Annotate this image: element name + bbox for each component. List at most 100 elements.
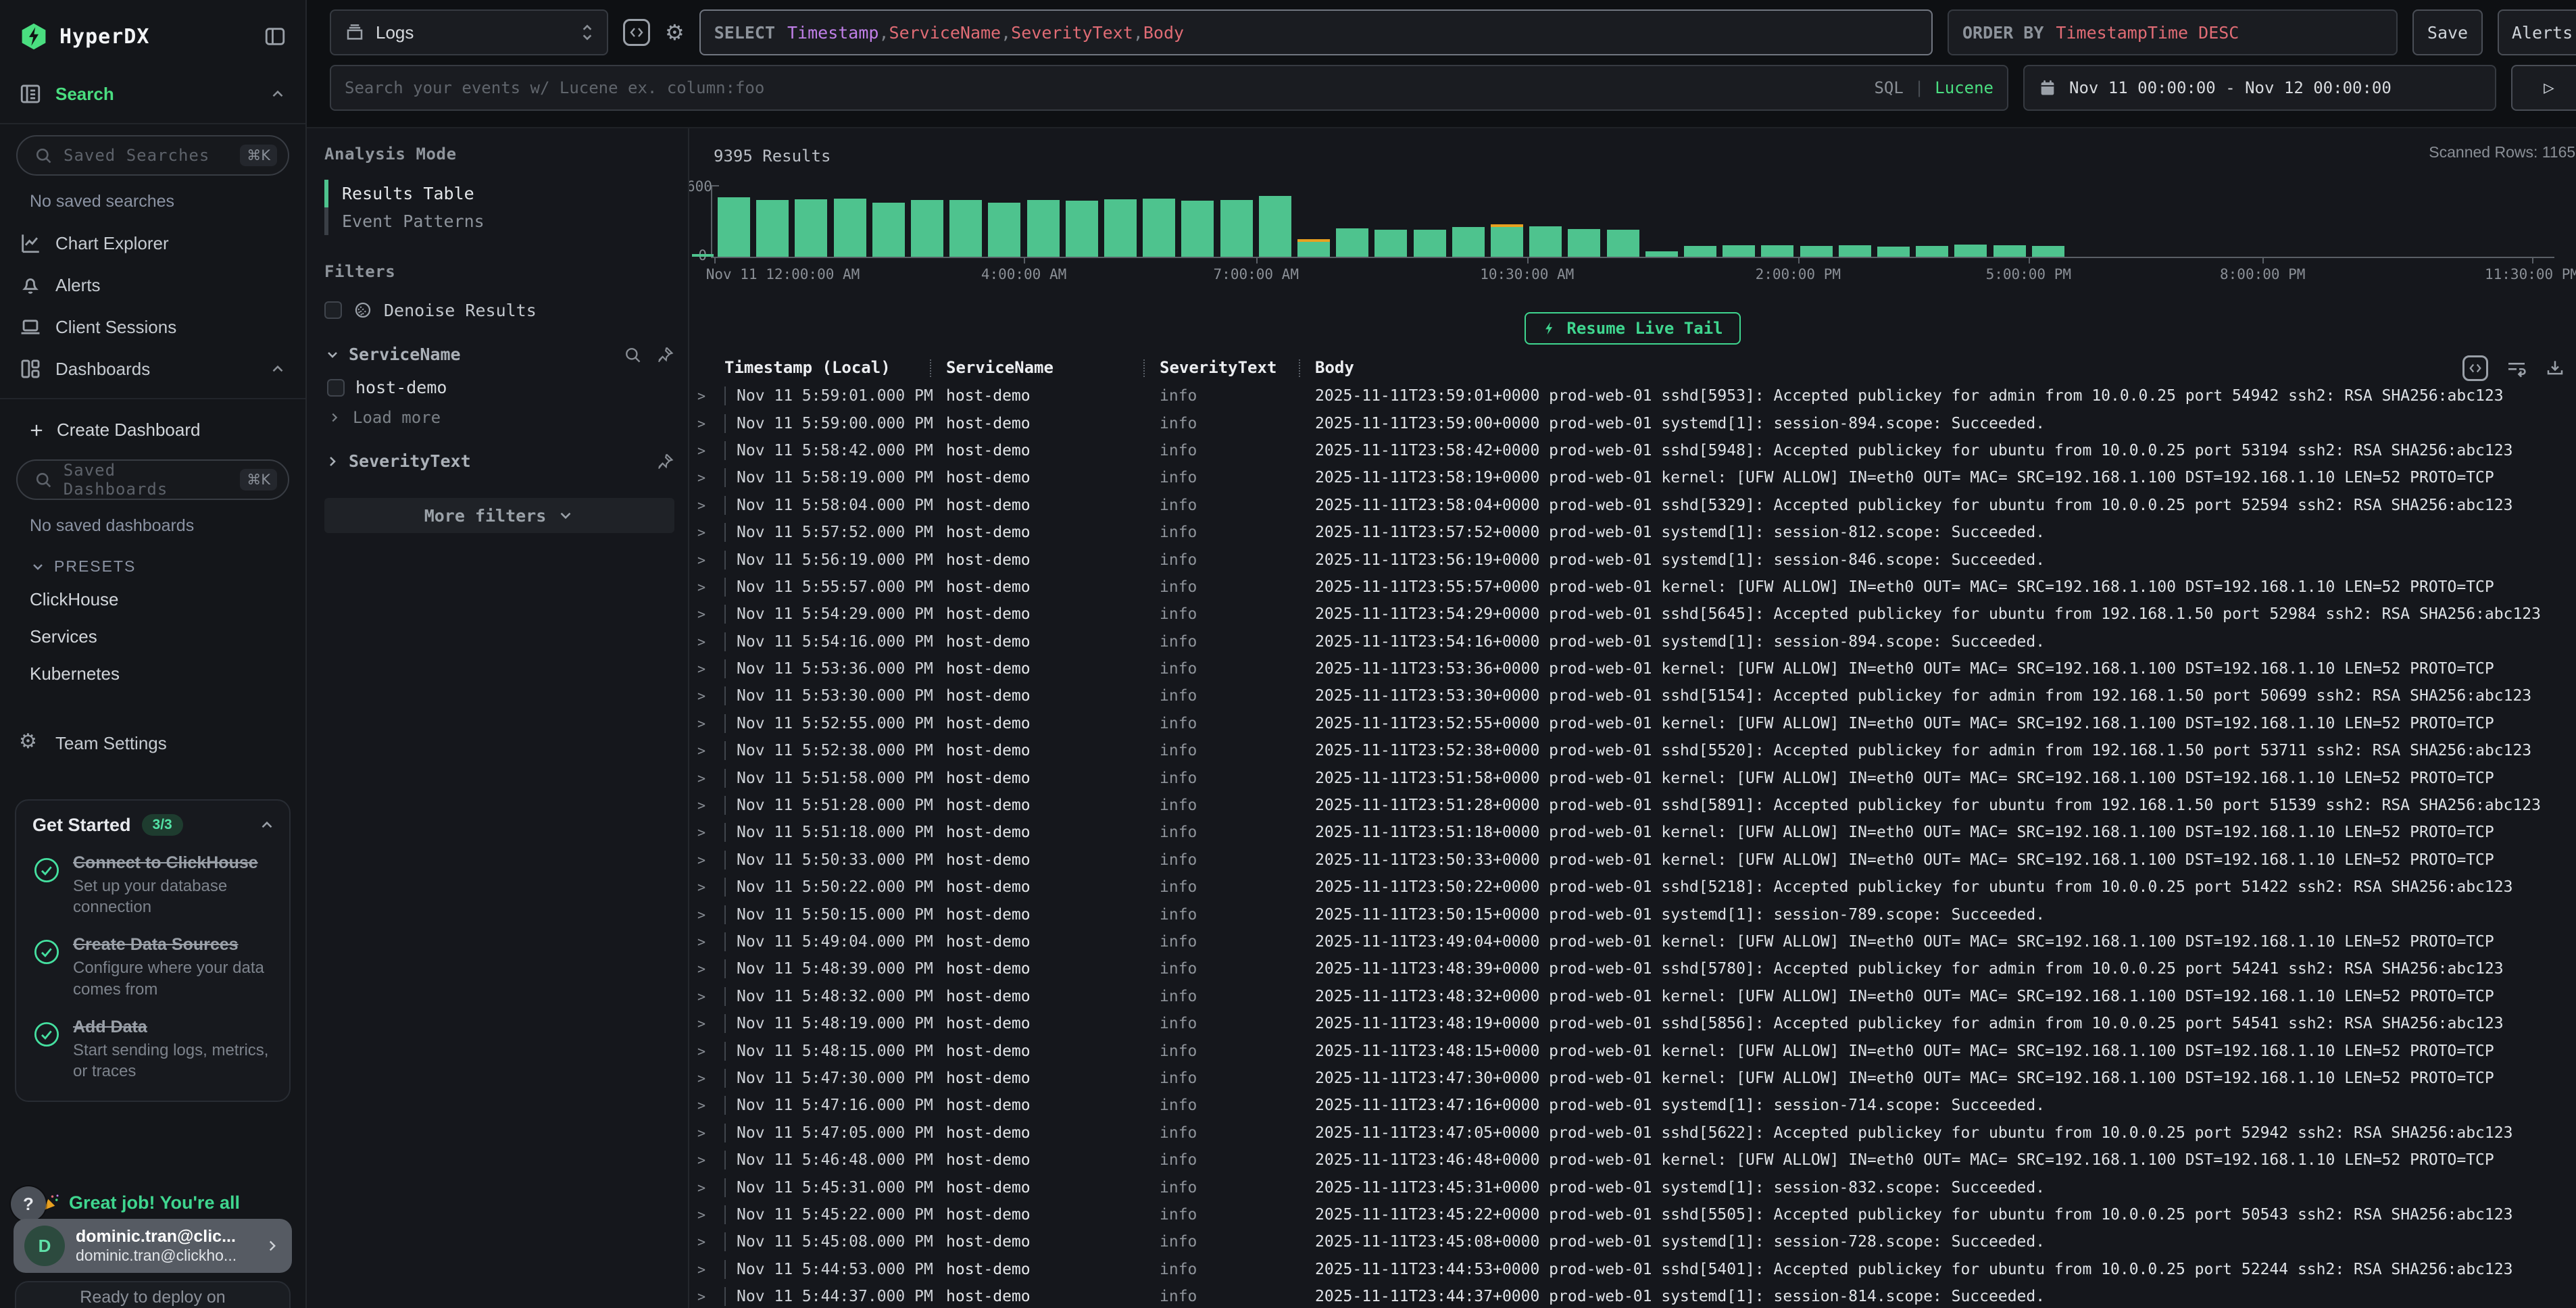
search-icon[interactable] <box>623 345 642 364</box>
row-expand-chevron-icon[interactable]: > <box>697 443 724 459</box>
histogram-bar[interactable] <box>1877 247 1910 257</box>
more-filters-button[interactable]: More filters <box>324 498 674 533</box>
get-started-step[interactable]: Create Data Sources Configure where your… <box>32 935 276 999</box>
row-expand-chevron-icon[interactable]: > <box>697 634 724 650</box>
table-row[interactable]: >Nov 11 5:44:53.000 PMhost-demoinfo2025-… <box>689 1256 2576 1283</box>
row-expand-chevron-icon[interactable]: > <box>697 1125 724 1141</box>
row-expand-chevron-icon[interactable]: > <box>697 1152 724 1168</box>
row-expand-chevron-icon[interactable]: > <box>697 1261 724 1278</box>
preset-clickhouse[interactable]: ClickHouse <box>0 581 305 618</box>
mode-event-patterns[interactable]: Event Patterns <box>324 207 674 235</box>
table-row[interactable]: >Nov 11 5:58:04.000 PMhost-demoinfo2025-… <box>689 492 2576 519</box>
histogram-bar[interactable] <box>756 200 789 257</box>
histogram-bar[interactable] <box>1645 251 1678 257</box>
table-row[interactable]: >Nov 11 5:45:08.000 PMhost-demoinfo2025-… <box>689 1228 2576 1255</box>
table-row[interactable]: >Nov 11 5:53:36.000 PMhost-demoinfo2025-… <box>689 655 2576 682</box>
table-row[interactable]: >Nov 11 5:45:22.000 PMhost-demoinfo2025-… <box>689 1201 2576 1228</box>
row-expand-chevron-icon[interactable]: > <box>697 988 724 1005</box>
histogram-bar[interactable] <box>2032 246 2064 257</box>
help-button[interactable]: ? <box>11 1186 46 1222</box>
histogram-bar[interactable] <box>1916 246 1948 257</box>
histogram-bar[interactable] <box>1761 245 1793 257</box>
row-expand-chevron-icon[interactable]: > <box>697 470 724 486</box>
row-expand-chevron-icon[interactable]: > <box>697 416 724 432</box>
collapse-sidebar-icon[interactable] <box>264 25 287 48</box>
table-row[interactable]: >Nov 11 5:58:42.000 PMhost-demoinfo2025-… <box>689 437 2576 464</box>
source-select[interactable]: Logs <box>330 9 608 55</box>
table-row[interactable]: >Nov 11 5:51:28.000 PMhost-demoinfo2025-… <box>689 792 2576 819</box>
row-expand-chevron-icon[interactable]: > <box>697 824 724 840</box>
table-row[interactable]: >Nov 11 5:45:31.000 PMhost-demoinfo2025-… <box>689 1174 2576 1201</box>
order-by-input[interactable]: ORDER BY TimestampTime DESC <box>1948 9 2398 55</box>
create-dashboard-button[interactable]: Create Dashboard <box>0 407 305 449</box>
table-row[interactable]: >Nov 11 5:54:16.000 PMhost-demoinfo2025-… <box>689 628 2576 655</box>
histogram-bar[interactable] <box>1066 201 1098 257</box>
histogram-bar[interactable] <box>949 200 982 257</box>
load-more[interactable]: Load more <box>327 408 674 427</box>
pin-icon[interactable] <box>655 345 674 364</box>
resume-live-tail-button[interactable]: Resume Live Tail <box>1525 312 1740 345</box>
table-row[interactable]: >Nov 11 5:50:33.000 PMhost-demoinfo2025-… <box>689 847 2576 874</box>
row-expand-chevron-icon[interactable]: > <box>697 1097 724 1113</box>
col-severitytext[interactable]: SeverityText <box>1160 358 1315 377</box>
histogram-bar[interactable] <box>1568 229 1600 257</box>
get-started-step[interactable]: Connect to ClickHouse Set up your databa… <box>32 853 276 917</box>
table-row[interactable]: >Nov 11 5:57:52.000 PMhost-demoinfo2025-… <box>689 519 2576 546</box>
search-bar[interactable]: SQL | Lucene <box>330 65 2008 111</box>
get-started-step[interactable]: Add Data Start sending logs, metrics, or… <box>32 1017 276 1082</box>
row-expand-chevron-icon[interactable]: > <box>697 879 724 895</box>
col-timestamp[interactable]: Timestamp (Local) <box>724 358 946 377</box>
deploy-banner[interactable]: Ready to deploy on <box>15 1281 291 1308</box>
table-row[interactable]: >Nov 11 5:50:15.000 PMhost-demoinfo2025-… <box>689 901 2576 928</box>
histogram-bar[interactable] <box>692 254 714 257</box>
table-row[interactable]: >Nov 11 5:53:30.000 PMhost-demoinfo2025-… <box>689 682 2576 709</box>
row-expand-chevron-icon[interactable]: > <box>697 1288 724 1305</box>
table-row[interactable]: >Nov 11 5:48:39.000 PMhost-demoinfo2025-… <box>689 955 2576 982</box>
row-expand-chevron-icon[interactable]: > <box>697 552 724 568</box>
row-expand-chevron-icon[interactable]: > <box>697 388 724 404</box>
col-body[interactable]: Body <box>1315 358 2576 377</box>
lucene-toggle[interactable]: Lucene <box>1935 78 1993 97</box>
table-row[interactable]: >Nov 11 5:51:18.000 PMhost-demoinfo2025-… <box>689 819 2576 846</box>
wrap-lines-button[interactable] <box>2506 357 2527 379</box>
table-row[interactable]: >Nov 11 5:44:37.000 PMhost-demoinfo2025-… <box>689 1283 2576 1308</box>
row-expand-chevron-icon[interactable]: > <box>697 743 724 759</box>
histogram-bar[interactable] <box>1336 228 1368 257</box>
histogram-bar[interactable] <box>1800 246 1833 257</box>
row-expand-chevron-icon[interactable]: > <box>697 661 724 677</box>
saved-searches-input[interactable]: Saved Searches ⌘K <box>16 135 289 176</box>
col-servicename[interactable]: ServiceName <box>946 358 1160 377</box>
row-expand-chevron-icon[interactable]: > <box>697 606 724 622</box>
histogram-bar[interactable] <box>1723 245 1755 257</box>
row-expand-chevron-icon[interactable]: > <box>697 1043 724 1059</box>
histogram-bar[interactable] <box>1181 201 1214 257</box>
sql-toggle[interactable]: SQL <box>1874 78 1903 97</box>
presets-toggle[interactable]: PRESETS <box>0 547 305 581</box>
row-expand-chevron-icon[interactable]: > <box>697 524 724 540</box>
row-expand-chevron-icon[interactable]: > <box>697 907 724 923</box>
preset-kubernetes[interactable]: Kubernetes <box>0 655 305 693</box>
search-input[interactable] <box>345 78 1860 97</box>
row-expand-chevron-icon[interactable]: > <box>697 688 724 704</box>
sidebar-item-chart-explorer[interactable]: Chart Explorer <box>0 222 305 264</box>
histogram-bar[interactable] <box>1220 200 1253 257</box>
histogram-bar[interactable] <box>1104 199 1137 257</box>
row-expand-chevron-icon[interactable]: > <box>697 1015 724 1032</box>
histogram-bar[interactable] <box>872 203 905 257</box>
sidebar-item-search[interactable]: Search <box>0 73 305 115</box>
filter-group-severitytext[interactable]: SeverityText <box>324 451 674 471</box>
table-row[interactable]: >Nov 11 5:47:16.000 PMhost-demoinfo2025-… <box>689 1092 2576 1119</box>
table-row[interactable]: >Nov 11 5:48:19.000 PMhost-demoinfo2025-… <box>689 1010 2576 1037</box>
histogram-bar[interactable] <box>1297 239 1330 257</box>
row-expand-chevron-icon[interactable]: > <box>697 852 724 868</box>
query-settings-button[interactable]: ⚙ <box>665 22 685 43</box>
row-expand-chevron-icon[interactable]: > <box>697 961 724 977</box>
table-row[interactable]: >Nov 11 5:47:05.000 PMhost-demoinfo2025-… <box>689 1120 2576 1147</box>
sidebar-item-client-sessions[interactable]: Client Sessions <box>0 306 305 348</box>
histogram-bar[interactable] <box>1143 199 1175 257</box>
table-row[interactable]: >Nov 11 5:52:55.000 PMhost-demoinfo2025-… <box>689 710 2576 737</box>
sidebar-item-dashboards[interactable]: Dashboards <box>0 348 305 390</box>
histogram-bar[interactable] <box>1954 245 1987 257</box>
histogram-bar[interactable] <box>988 203 1020 257</box>
user-menu[interactable]: D dominic.tran@clic... dominic.tran@clic… <box>14 1219 292 1273</box>
